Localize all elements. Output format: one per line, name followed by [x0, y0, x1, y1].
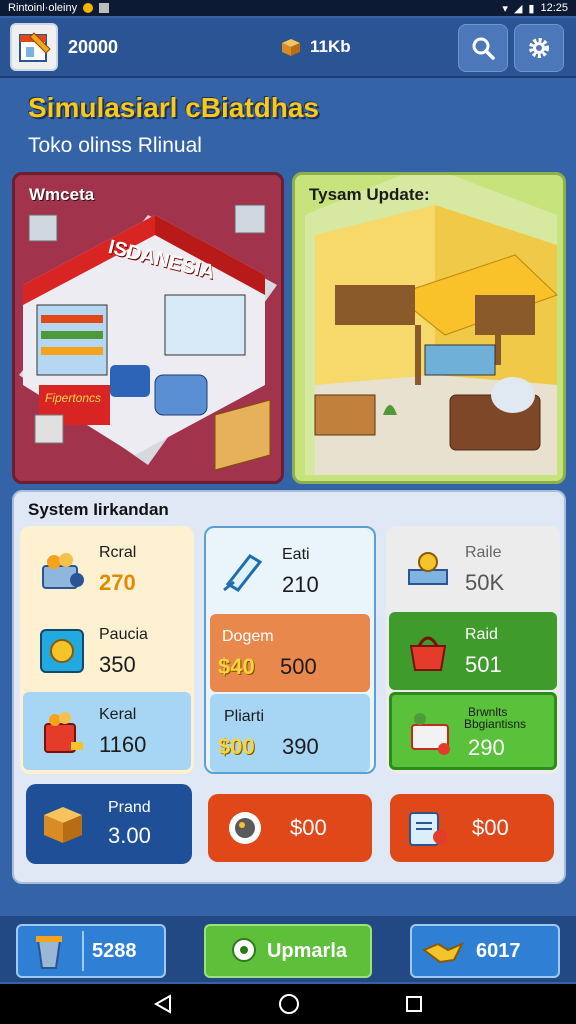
stat-value: 270 [99, 570, 136, 595]
action-value: 3.00 [108, 823, 151, 848]
basket-icon [409, 636, 447, 671]
status-app-text: Rintoinl·oleiny [8, 2, 78, 14]
stat-value: 210 [282, 572, 319, 597]
food-basket-icon [42, 553, 84, 589]
gear-icon [529, 38, 549, 58]
stat-sublabel: Bbgiantisns [464, 717, 527, 731]
battery-icon: ▮ [528, 2, 535, 15]
stat-label: Dogem [222, 628, 274, 645]
action-label: Prand [108, 799, 151, 816]
cash-register-icon [411, 713, 450, 755]
status-bar: Rintoinl·oleiny ▾ ◢ ▮ 12:25 [0, 0, 576, 16]
settings-button[interactable] [514, 24, 564, 72]
shopping-bag-icon [44, 712, 83, 753]
page-title: Simulasiarl cBiatdhas [28, 92, 320, 123]
stat-cell[interactable]: Eati 210 [206, 532, 374, 610]
chat-icon [231, 938, 256, 962]
action-button-prand[interactable]: Prand 3.00 [26, 784, 192, 864]
receipt-icon [409, 812, 447, 846]
system-panel: System Iirkandan Rcral 270 Paucia 350 Ke… [12, 490, 566, 884]
status-time: 12:25 [540, 2, 568, 14]
stat-value: 500 [280, 654, 317, 679]
home-icon[interactable] [277, 992, 301, 1016]
action-button-3[interactable]: $00 [390, 794, 554, 862]
stat-cell[interactable]: Raile 50K [389, 530, 557, 608]
crate-icon [44, 807, 82, 843]
resource-counter: 11Kb [280, 36, 351, 58]
recents-icon[interactable] [404, 994, 424, 1014]
stat-cell[interactable]: Brwnlts Bbgiantisns 290 [389, 692, 557, 770]
stat-label: Rcral [99, 544, 137, 561]
back-icon[interactable] [152, 993, 174, 1015]
wallet-value: 6017 [476, 939, 521, 962]
coin-balance: 20000 [68, 36, 119, 57]
stat-cell[interactable]: Keral 1160 [23, 692, 191, 770]
search-button[interactable] [458, 24, 508, 72]
cookie-icon [229, 812, 261, 844]
stat-value: 501 [465, 652, 502, 677]
stat-cell[interactable]: Raid 501 [389, 612, 557, 690]
box-icon [282, 39, 300, 56]
wallet-button[interactable]: 6017 [410, 924, 560, 978]
bottom-bar: 5288 Upmarla 6017 [0, 916, 576, 982]
safe-icon [40, 629, 84, 673]
notification-icon [83, 3, 94, 13]
resource-counter-value: 11Kb [310, 37, 351, 56]
counter-sign-text: Fipertoncs [45, 391, 102, 405]
top-bar: 20000 11Kb [0, 18, 576, 78]
stat-cell[interactable]: Paucia 350 [23, 612, 191, 690]
inventory-value: 5288 [92, 939, 137, 962]
search-icon [472, 37, 495, 60]
market-stall-illustration [305, 175, 558, 475]
action-value: $00 [472, 815, 509, 840]
shop-logo-icon [19, 32, 51, 62]
stat-value: 50K [465, 570, 505, 595]
page-subtitle: Toko olinss Rlinual [28, 134, 202, 157]
upgrade-button[interactable]: Upmarla [204, 924, 372, 978]
stat-prefix: $40 [218, 654, 255, 679]
bucket-icon [36, 936, 62, 969]
stat-label: Paucia [99, 626, 148, 643]
action-button-2[interactable]: $00 [208, 794, 372, 862]
stat-label: Keral [99, 706, 137, 723]
upgrade-label: Upmarla [266, 939, 348, 962]
stat-value: 290 [468, 735, 505, 760]
shop-illustration [19, 204, 277, 471]
wifi-icon: ▾ [502, 2, 508, 15]
stat-value: 1160 [99, 732, 147, 757]
ticket-icon [223, 554, 263, 592]
shop-card-right[interactable]: Tysam Update: [292, 172, 566, 484]
action-value: $00 [290, 815, 327, 840]
inventory-button[interactable]: 5288 [16, 924, 166, 978]
stat-column-1: Rcral 270 Paucia 350 Keral 1160 [20, 526, 194, 774]
stat-column-2: Eati 210 Dogem $40 500 Pliarti $00 390 [204, 526, 376, 774]
shop-card-left[interactable]: Wmceta ISDANESIA Fipertoncs [12, 172, 284, 484]
signal-icon: ◢ [513, 2, 523, 15]
stat-label: Pliarti [224, 708, 265, 725]
stat-label: Raile [465, 544, 502, 561]
card-right-label: Tysam Update: [309, 185, 430, 204]
stat-column-3: Raile 50K Raid 501 Brwnlts Bbgiantisns 2… [386, 526, 560, 774]
app-notification-icon [99, 3, 110, 13]
stat-value: 350 [99, 652, 136, 677]
app-logo[interactable] [10, 23, 58, 71]
scale-icon [408, 552, 448, 585]
stat-label: Raid [465, 626, 498, 643]
stat-cell[interactable]: Pliarti $00 390 [210, 694, 370, 772]
system-nav-bar [0, 984, 576, 1024]
stat-cell[interactable]: Rcral 270 [23, 530, 191, 608]
stat-prefix: $00 [218, 734, 255, 759]
handshake-icon [422, 942, 465, 964]
panel-title: System Iirkandan [28, 500, 169, 519]
stat-value: 390 [282, 734, 319, 759]
card-left-label: Wmceta [29, 185, 95, 204]
stat-label: Eati [282, 546, 310, 563]
stat-cell[interactable]: Dogem $40 500 [210, 614, 370, 692]
